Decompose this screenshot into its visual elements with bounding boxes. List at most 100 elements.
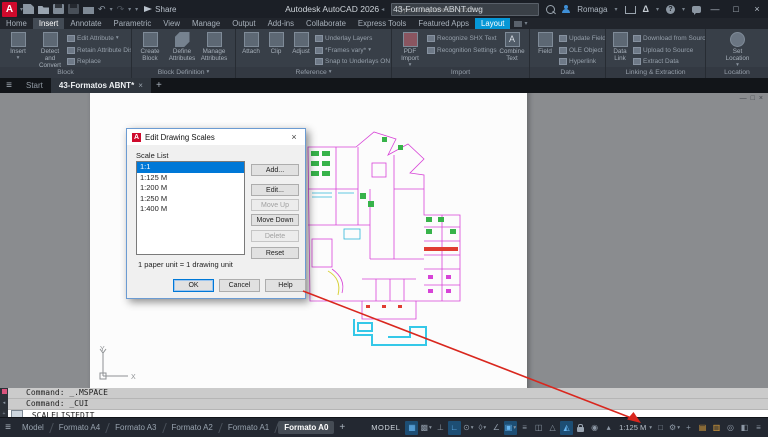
edit-attribute-button[interactable]: Edit Attribute ▾ [67,33,129,44]
layout-tabs-menu-icon[interactable]: ≡ [0,422,16,433]
user-name[interactable]: Romaga [577,5,607,14]
new-file-icon[interactable] [23,4,34,14]
3d-object-snap-toggle[interactable]: △ [546,421,559,435]
tab-add-ins[interactable]: Add-ins [262,18,300,29]
grid-display-toggle[interactable]: ▦ [405,421,418,435]
annotation-monitor-toggle[interactable]: ▤ [696,421,709,435]
command-grip-icon[interactable] [2,389,7,394]
drawing-canvas[interactable]: — □ × [0,93,768,388]
open-file-icon[interactable] [38,4,49,14]
help-caret-icon[interactable]: ▾ [682,6,685,13]
autodesk-a-icon[interactable]: Δ [643,4,649,14]
block-editor-button[interactable]: Block Editor [231,31,235,67]
tab-annotate[interactable]: Annotate [64,18,107,29]
graphics-performance-button[interactable]: ▥ [710,421,723,435]
ortho-mode-toggle[interactable]: ∟ [448,421,461,435]
search-icon[interactable] [546,5,555,14]
frames-vary-dropdown[interactable]: *Frames vary* ▾ [315,45,389,56]
minimize-button[interactable]: — [708,4,722,14]
dialog-close-icon[interactable]: × [288,132,300,142]
polar-tracking-toggle[interactable]: ⊙▾ [462,421,475,435]
layout-tab-model[interactable]: Model [16,421,50,434]
data-link-button[interactable]: Data Link [609,31,631,67]
replace-block-button[interactable]: Replace [67,56,129,67]
layout-tab-formato-a0[interactable]: Formato A0 [278,421,334,434]
panel-label-linking[interactable]: Linking & Extraction [606,67,705,78]
attach-button[interactable]: Attach [239,31,263,67]
move-down-button[interactable]: Move Down [251,214,299,226]
tab-collaborate[interactable]: Collaborate [300,18,352,29]
file-tab-document[interactable]: 43-Formatos ABNT* × [51,78,151,93]
clip-button[interactable]: Clip [265,31,287,67]
user-avatar[interactable] [562,5,570,13]
viewport-maximize-toggle[interactable]: □ [654,421,667,435]
retain-attribute-display-button[interactable]: Retain Attribute Display ▾ [67,45,129,56]
delete-button[interactable]: Delete [251,230,299,242]
save-icon[interactable] [53,4,64,14]
plot-icon[interactable] [83,7,94,14]
scale-item[interactable]: 1:400 M [137,204,244,215]
scale-item[interactable]: 1:250 M [137,194,244,205]
underlay-layers-button[interactable]: Underlay Layers [315,33,389,44]
combine-text-button[interactable]: A Combine Text [497,31,527,67]
panel-label-location[interactable]: Location [706,67,768,78]
dynamic-ucs-toggle[interactable]: ◭ [560,421,573,435]
field-button[interactable]: Field [533,31,557,67]
panel-label-data[interactable]: Data [530,67,605,78]
infer-constraints-toggle[interactable]: ⊥ [434,421,447,435]
object-snap-toggle[interactable]: ▣▾ [504,421,517,435]
upload-to-source-button[interactable]: Upload to Source [633,45,703,56]
command-collapse-icon[interactable]: ◂ [3,401,6,406]
annotation-visibility-toggle[interactable]: ◉ [588,421,601,435]
snap-mode-toggle[interactable]: ▩▾ [419,421,432,435]
create-block-button[interactable]: Create Block [135,31,165,67]
tab-view[interactable]: View [157,18,186,29]
lineweight-toggle[interactable]: ≡ [518,421,531,435]
file-tabs-menu-icon[interactable]: ≡ [0,78,18,93]
tab-featured-apps[interactable]: Featured Apps [412,18,475,29]
pdf-import-button[interactable]: PDF Import ▾ [395,31,425,67]
download-from-source-button[interactable]: Download from Source [633,33,703,44]
autodesk-caret-icon[interactable]: ▾ [656,6,659,13]
user-caret-icon[interactable]: ▾ [614,6,617,13]
redo-icon[interactable]: ↷ [117,4,125,14]
tab-layout[interactable]: Layout [475,18,510,29]
crosshair-button[interactable]: + [682,421,695,435]
tab-insert[interactable]: Insert [33,18,65,29]
extract-data-button[interactable]: Extract Data [633,56,703,67]
viewport-restore-icon[interactable]: □ [751,95,755,102]
hyperlink-button[interactable]: Hyperlink [559,56,603,67]
scale-list[interactable]: 1:1 1:125 M 1:200 M 1:250 M 1:400 M [136,161,245,255]
isolate-objects-button[interactable]: ◎ [724,421,737,435]
manage-attributes-button[interactable]: Manage Attributes [199,31,229,67]
clean-screen-toggle[interactable]: ◧ [738,421,751,435]
detect-and-convert-button[interactable]: Detect and Convert [35,31,65,67]
undo-icon[interactable]: ↶ [98,4,106,14]
add-button[interactable]: Add... [251,164,299,176]
file-tab-start[interactable]: Start [18,78,51,93]
isometric-drafting-toggle[interactable]: ◊▾ [476,421,489,435]
app-store-cart-icon[interactable] [625,6,636,14]
restore-button[interactable]: □ [729,4,743,14]
dialog-title-bar[interactable]: A Edit Drawing Scales × [127,129,305,145]
move-up-button[interactable]: Move Up [251,199,299,211]
tab-home[interactable]: Home [0,18,33,29]
insert-block-button[interactable]: Insert ▾ [3,31,33,67]
object-snap-tracking-toggle[interactable]: ∠ [490,421,503,435]
tab-parametric[interactable]: Parametric [108,18,158,29]
share-button[interactable]: Share [144,5,176,14]
redo-caret-icon[interactable]: ▾ [128,6,131,13]
scale-item[interactable]: 1:200 M [137,183,244,194]
recognition-settings-button[interactable]: Recognition Settings [427,45,495,56]
autocad-logo-icon[interactable]: A [2,2,17,17]
lock-ui-toggle[interactable] [574,421,587,435]
viewport-minimize-icon[interactable]: — [740,95,747,102]
selection-cycling-toggle[interactable]: ◫ [532,421,545,435]
reset-button[interactable]: Reset [251,247,299,259]
feedback-bubble-icon[interactable] [692,6,701,13]
define-attributes-button[interactable]: Define Attributes [167,31,197,67]
workspace-switching-button[interactable]: ⚙▾ [668,421,681,435]
close-button[interactable]: × [750,4,764,14]
panel-label-reference[interactable]: Reference ▾ [236,67,391,78]
set-location-button[interactable]: Set Location ▾ [723,31,753,67]
